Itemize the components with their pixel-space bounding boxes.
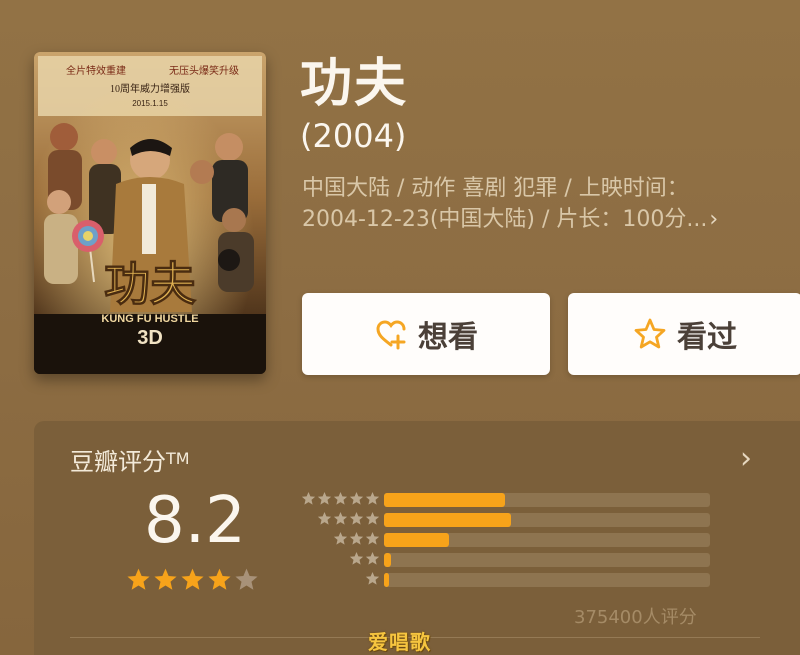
movie-meta-line-2[interactable]: 2004-12-23(中国大陆) / 片长：100分...› [302, 205, 718, 235]
star-small-icon [333, 491, 348, 505]
star-outline-icon [633, 317, 667, 351]
rating-bar-track [384, 533, 710, 547]
star-small-icon [349, 531, 364, 545]
star-small-icon [333, 531, 348, 545]
star-small-icon [349, 491, 364, 505]
rating-row-2-star [290, 551, 710, 567]
watched-button[interactable]: 看过 [568, 293, 800, 375]
chevron-right-icon[interactable]: › [740, 443, 752, 475]
star-filled-icon [181, 568, 204, 590]
poster-image: 功夫 KUNG FU HUSTLE 3D 全片特效重建 无压头爆笑升级 10周年… [34, 52, 266, 374]
star-empty-icon [235, 568, 258, 590]
rating-bar-track [384, 513, 710, 527]
star-small-icon [365, 551, 380, 565]
rating-row-stars [290, 531, 380, 546]
rating-bar-track [384, 573, 710, 587]
rating-bar-fill [384, 553, 391, 567]
poster-top-right: 无压头爆笑升级 [169, 64, 239, 77]
movie-title: 功夫 [300, 54, 409, 114]
trademark: TM [166, 449, 190, 468]
star-small-icon [317, 491, 332, 505]
rating-count: 375400人评分 [574, 607, 697, 628]
poster-sub-text: 10周年威力增强版 [110, 82, 190, 95]
rating-row-stars [290, 571, 380, 586]
rating-bar-track [384, 553, 710, 567]
star-small-icon [301, 491, 316, 505]
rating-bar-fill [384, 513, 512, 527]
star-filled-icon [127, 568, 150, 590]
star-filled-icon [154, 568, 177, 590]
rating-row-stars [290, 511, 380, 526]
heart-plus-icon [374, 317, 408, 351]
rating-row-5-star [290, 491, 710, 507]
rating-card[interactable]: 豆瓣评分TM › 8.2 375400人评分 [34, 421, 800, 655]
rating-score: 8.2 [144, 484, 246, 558]
rating-title-text: 豆瓣评分 [70, 448, 166, 476]
poster-logo-cn: 功夫 [104, 259, 197, 310]
poster-top-left: 全片特效重建 [66, 64, 126, 77]
movie-poster[interactable]: 功夫 KUNG FU HUSTLE 3D 全片特效重建 无压头爆笑升级 10周年… [34, 52, 266, 374]
rating-row-4-star [290, 511, 710, 527]
rating-stars [126, 567, 259, 592]
want-to-watch-label: 想看 [418, 320, 478, 355]
rating-bar-fill [384, 533, 450, 547]
star-small-icon [365, 531, 380, 545]
poster-date: 2015.1.15 [132, 99, 168, 108]
rating-bar-track [384, 493, 710, 507]
rating-row-stars [290, 551, 380, 566]
star-small-icon [365, 511, 380, 525]
star-filled-icon [208, 568, 231, 590]
star-small-icon [317, 511, 332, 525]
rating-row-3-star [290, 531, 710, 547]
movie-meta-line-1[interactable]: 中国大陆 / 动作 喜剧 犯罪 / 上映时间： [302, 174, 689, 204]
star-small-icon [365, 491, 380, 505]
star-small-icon [349, 511, 364, 525]
star-small-icon [333, 511, 348, 525]
rating-row-1-star [290, 571, 710, 587]
star-small-icon [365, 571, 380, 585]
chevron-right-icon: › [709, 207, 719, 232]
watermark: 爱唱歌 [368, 630, 431, 654]
rating-title: 豆瓣评分TM [70, 443, 190, 478]
poster-logo-en: KUNG FU HUSTLE [101, 313, 198, 325]
watched-label: 看过 [677, 320, 737, 355]
rating-bar-fill [384, 493, 505, 507]
star-small-icon [349, 551, 364, 565]
rating-row-stars [290, 491, 380, 506]
poster-logo-3d: 3D [137, 327, 163, 349]
rating-bar-fill [384, 573, 389, 587]
movie-meta-line-2-text: 2004-12-23(中国大陆) / 片长：100分... [302, 207, 708, 232]
want-to-watch-button[interactable]: 想看 [302, 293, 550, 375]
movie-year: (2004) [300, 117, 407, 155]
